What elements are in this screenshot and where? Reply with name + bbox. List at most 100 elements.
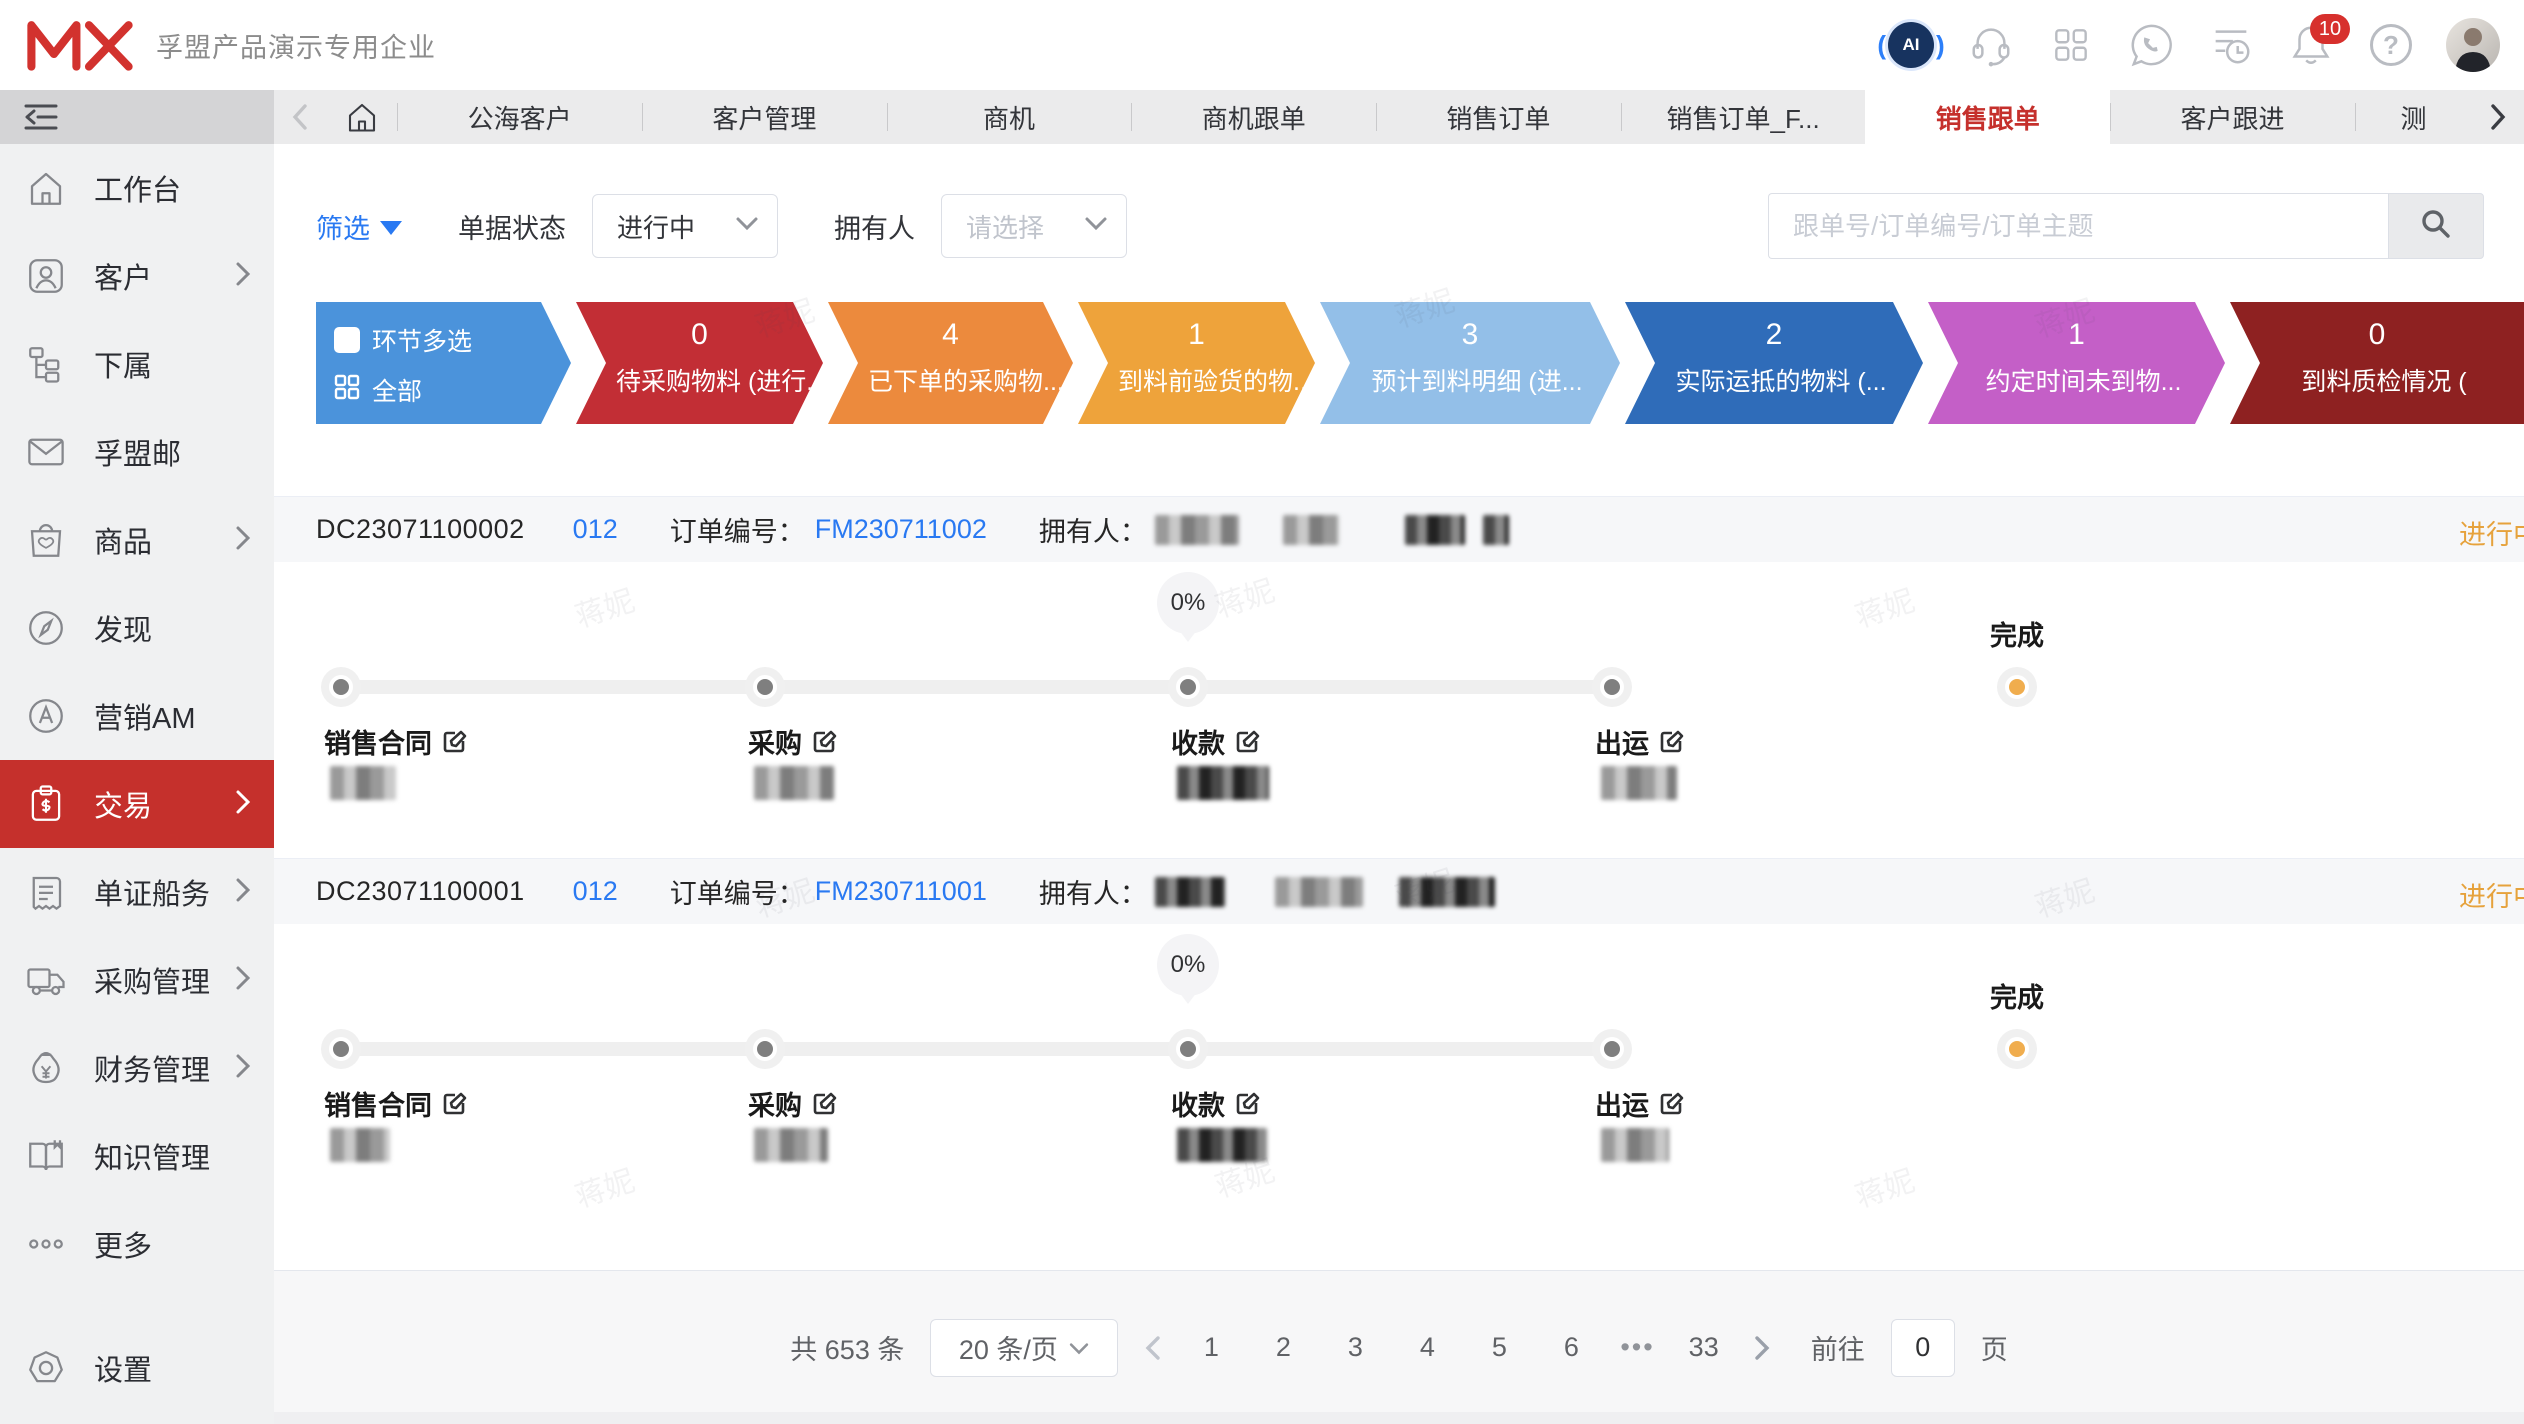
prev-page-icon[interactable] <box>1144 1335 1162 1361</box>
owner-select[interactable]: 请选择 <box>941 194 1127 258</box>
tab-opportunity-follow[interactable]: 商机跟单 <box>1131 90 1376 144</box>
tab-sales-orders[interactable]: 销售订单 <box>1376 90 1621 144</box>
page-number[interactable]: 2 <box>1260 1332 1306 1363</box>
timeline-node-payment[interactable] <box>1168 667 1208 707</box>
page-size-select[interactable]: 20 条/页 <box>930 1319 1118 1377</box>
whatsapp-phone-icon[interactable] <box>2126 20 2176 70</box>
timeline-node-purchase[interactable] <box>745 1029 785 1069</box>
redacted-owner-name <box>1399 877 1495 907</box>
edit-icon[interactable] <box>812 1091 838 1117</box>
page-number[interactable]: 3 <box>1332 1332 1378 1363</box>
tab-public-customers[interactable]: 公海客户 <box>397 90 642 144</box>
tab-opportunities[interactable]: 商机 <box>887 90 1132 144</box>
mail-icon <box>24 430 68 474</box>
user-avatar[interactable] <box>2446 18 2500 72</box>
sidebar-item-knowledge[interactable]: 知识管理 <box>0 1112 274 1200</box>
sidebar-item-customers[interactable]: 客户 <box>0 232 274 320</box>
edit-icon[interactable] <box>1659 729 1685 755</box>
page-number-last[interactable]: 33 <box>1681 1332 1727 1363</box>
subordinates-org-icon <box>24 342 68 386</box>
tab-test[interactable]: 测 <box>2355 90 2472 144</box>
sidebar-item-marketing-am[interactable]: 营销AM <box>0 672 274 760</box>
knowledge-book-icon <box>24 1134 68 1178</box>
tab-home[interactable] <box>326 90 398 144</box>
step-purchase: 采购 <box>748 722 838 761</box>
help-icon[interactable]: ? <box>2366 20 2416 70</box>
timeline-node-contract[interactable] <box>321 667 361 707</box>
edit-icon[interactable] <box>442 729 468 755</box>
filter-toggle-button[interactable]: 筛选 <box>316 207 402 246</box>
stage-pre-arrival-inspection[interactable]: 1 到料前验货的物... <box>1078 302 1315 424</box>
stage-ordered-materials[interactable]: 4 已下单的采购物... <box>828 302 1073 424</box>
edit-icon[interactable] <box>1235 1091 1261 1117</box>
sidebar-item-fumeng-mail[interactable]: 孚盟邮 <box>0 408 274 496</box>
edit-icon[interactable] <box>1659 1091 1685 1117</box>
timeline-node-payment[interactable] <box>1168 1029 1208 1069</box>
page-number[interactable]: 1 <box>1188 1332 1234 1363</box>
tabs-scroll-left-icon[interactable] <box>274 90 326 144</box>
sidebar-item-discover[interactable]: 发现 <box>0 584 274 672</box>
support-headset-icon[interactable] <box>1966 20 2016 70</box>
progress-bubble: 0% <box>1157 572 1219 634</box>
edit-icon[interactable] <box>1235 729 1261 755</box>
chevron-right-icon <box>234 1053 252 1084</box>
step-payment: 收款 <box>1171 1084 1261 1123</box>
notification-bell-icon[interactable]: 10 <box>2286 20 2336 70</box>
edit-icon[interactable] <box>442 1091 468 1117</box>
order-link[interactable]: 012 <box>573 514 618 545</box>
page-number[interactable]: 6 <box>1548 1332 1594 1363</box>
nav-row: 公海客户 客户管理 商机 商机跟单 销售订单 销售订单_F... 销售跟单 客户… <box>0 90 2524 144</box>
stage-arrival-quality-check[interactable]: 0 到料质检情况 ( <box>2230 302 2524 424</box>
collapse-sidebar-icon[interactable] <box>22 100 60 134</box>
order-no-link[interactable]: FM230711002 <box>815 514 987 545</box>
multi-select-checkbox[interactable] <box>334 327 360 353</box>
status-filter-label: 单据状态 <box>458 207 566 246</box>
sidebar-item-workbench[interactable]: 工作台 <box>0 144 274 232</box>
timeline-node-contract[interactable] <box>321 1029 361 1069</box>
ai-assistant-icon[interactable]: ( AI ) <box>1886 20 1936 70</box>
stage-expected-arrival[interactable]: 3 预计到料明细 (进... <box>1320 302 1620 424</box>
sidebar-item-procurement[interactable]: 采购管理 <box>0 936 274 1024</box>
timeline-node-shipment[interactable] <box>1592 667 1632 707</box>
edit-icon[interactable] <box>812 729 838 755</box>
stage-pending-purchase[interactable]: 0 待采购物料 (进行... <box>576 302 823 424</box>
sidebar-item-more[interactable]: 更多 <box>0 1200 274 1288</box>
order-link[interactable]: 012 <box>573 876 618 907</box>
stage-all-segment[interactable]: 环节多选 全部 <box>316 302 571 424</box>
timeline-node-shipment[interactable] <box>1592 1029 1632 1069</box>
tab-customer-follow[interactable]: 客户跟进 <box>2110 90 2355 144</box>
task-history-icon[interactable] <box>2206 20 2256 70</box>
search-button[interactable] <box>2388 193 2484 259</box>
timeline-node-done[interactable] <box>1997 667 2037 707</box>
timeline-node-done[interactable] <box>1997 1029 2037 1069</box>
pages-ellipsis[interactable]: ••• <box>1620 1332 1654 1363</box>
stage-actually-arrived[interactable]: 2 实际运抵的物料 (... <box>1625 302 1923 424</box>
apps-grid-icon[interactable] <box>2046 20 2096 70</box>
sidebar-item-settings[interactable]: 设置 <box>0 1324 274 1412</box>
order-no-link[interactable]: FM230711001 <box>815 876 987 907</box>
tabs-scroll-right-icon[interactable] <box>2472 90 2524 144</box>
grid-all-icon <box>334 374 360 407</box>
sidebar-item-products[interactable]: 商品 <box>0 496 274 584</box>
order-code: DC23071100001 <box>316 876 525 907</box>
finance-moneybag-icon <box>24 1046 68 1090</box>
sidebar-item-trade[interactable]: 交易 <box>0 760 274 848</box>
spacer <box>274 424 2524 496</box>
status-select[interactable]: 进行中 <box>592 194 778 258</box>
tab-sales-orders-f[interactable]: 销售订单_F... <box>1621 90 1866 144</box>
tab-sales-follow-active[interactable]: 销售跟单 <box>1865 90 2110 144</box>
page-number[interactable]: 4 <box>1404 1332 1450 1363</box>
search-input[interactable] <box>1768 193 2388 259</box>
sidebar-item-subordinates[interactable]: 下属 <box>0 320 274 408</box>
page-number[interactable]: 5 <box>1476 1332 1522 1363</box>
total-count-label: 共 653 条 <box>790 1328 904 1367</box>
redacted-step-owner <box>330 766 396 800</box>
sidebar-item-finance[interactable]: 财务管理 <box>0 1024 274 1112</box>
sidebar-item-shipping-docs[interactable]: 单证船务 <box>0 848 274 936</box>
timeline-node-purchase[interactable] <box>745 667 785 707</box>
stage-not-arrived-on-time[interactable]: 1 约定时间未到物... <box>1928 302 2225 424</box>
goto-page-input[interactable] <box>1891 1319 1955 1377</box>
tab-customer-management[interactable]: 客户管理 <box>642 90 887 144</box>
app-window: 孚盟产品演示专用企业 ( AI ) <box>0 0 2524 1424</box>
next-page-icon[interactable] <box>1753 1335 1771 1361</box>
